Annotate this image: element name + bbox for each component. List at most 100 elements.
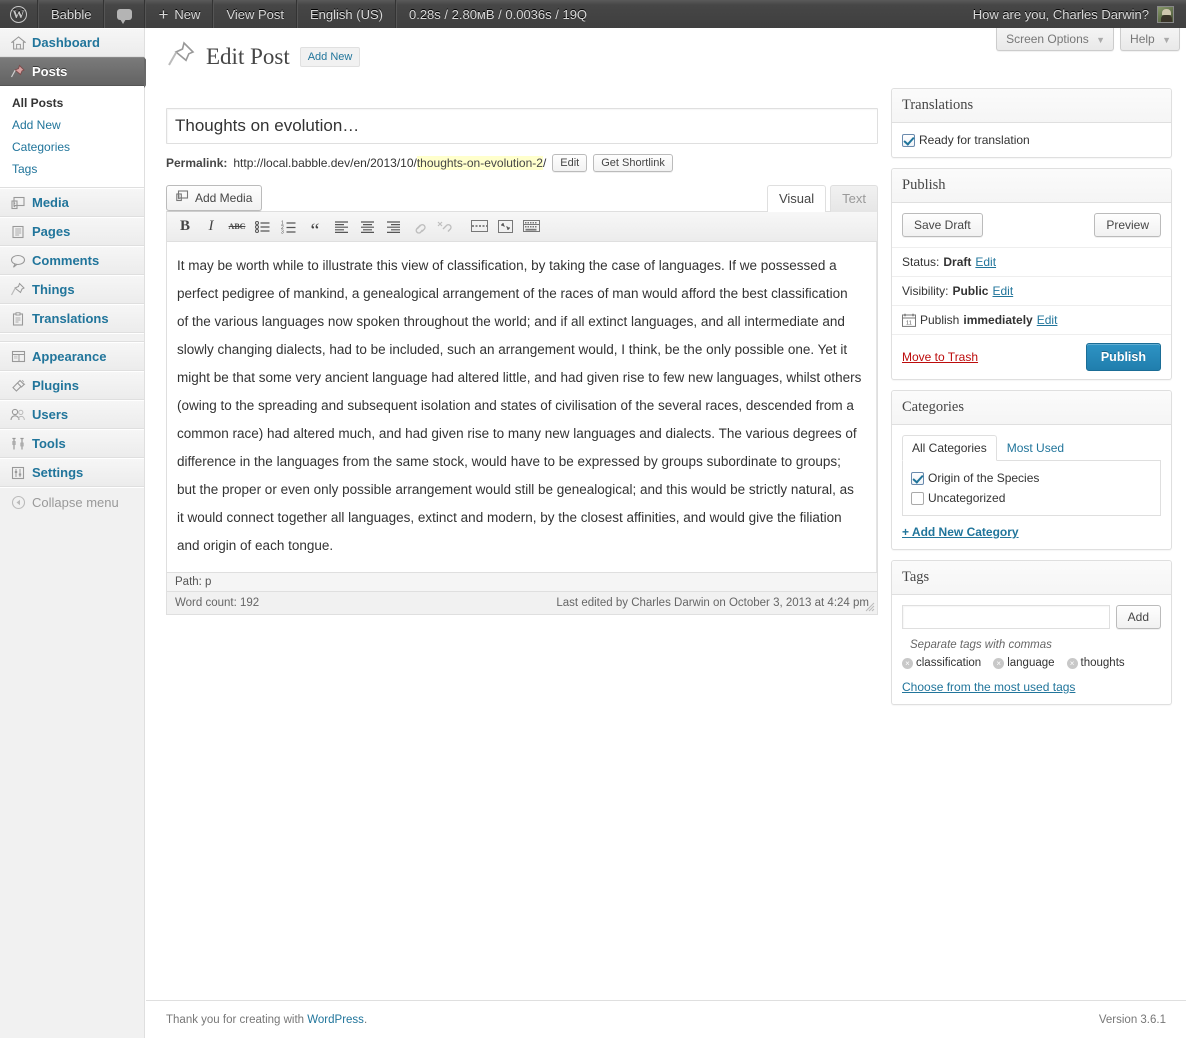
remove-tag-icon[interactable]: ×: [902, 657, 913, 669]
adminbar-my-account[interactable]: How are you, Charles Darwin?: [961, 0, 1186, 28]
remove-tag-icon[interactable]: ×: [993, 657, 1005, 669]
media-images-icon: [8, 196, 28, 210]
add-new-post-button[interactable]: Add New: [299, 47, 361, 67]
move-to-trash-link[interactable]: Move to Trash: [902, 350, 978, 364]
tab-all-categories[interactable]: All Categories: [902, 435, 997, 461]
adminbar-comments[interactable]: [104, 0, 146, 28]
edit-visibility-link[interactable]: Edit: [992, 284, 1013, 298]
edit-status-link[interactable]: Edit: [975, 255, 996, 269]
insert-link-icon[interactable]: [407, 216, 431, 238]
collapse-arrow-icon: [8, 495, 28, 510]
sidebar-item-posts[interactable]: Posts: [0, 57, 156, 88]
add-media-button[interactable]: Add Media: [166, 185, 263, 211]
sidebar-item-label: Comments: [32, 253, 100, 268]
sidebar-item-all-posts[interactable]: All Posts: [0, 92, 144, 114]
pushpin-icon: [166, 40, 196, 74]
category-checkbox[interactable]: [911, 491, 924, 505]
blockquote-icon[interactable]: “: [303, 216, 327, 241]
adminbar-language-switcher[interactable]: English (US): [297, 0, 396, 28]
sidebar-item-things[interactable]: Things: [0, 275, 144, 304]
sidebar-item-plugins[interactable]: Plugins: [0, 371, 144, 400]
publish-box: Publish Save Draft Preview Status: Draft…: [891, 168, 1172, 380]
permalink-value[interactable]: http://local.babble.dev/en/2013/10/thoug…: [233, 156, 546, 170]
schedule-prefix: Publish: [920, 313, 960, 327]
tools-icon: [8, 437, 28, 451]
sidebar-item-users[interactable]: Users: [0, 400, 144, 429]
sidebar-item-add-new-post[interactable]: Add New: [0, 114, 144, 136]
chevron-down-icon: ▼: [1162, 35, 1171, 45]
visibility-row: Visibility: Public Edit: [892, 276, 1171, 305]
editor-content-area[interactable]: It may be worth while to illustrate this…: [167, 242, 877, 572]
plug-icon: [8, 379, 28, 393]
italic-icon[interactable]: I: [199, 216, 223, 238]
sidebar-item-tags[interactable]: Tags: [0, 158, 144, 180]
align-center-icon[interactable]: [355, 216, 379, 238]
tag-input[interactable]: [902, 605, 1110, 629]
preview-button[interactable]: Preview: [1094, 213, 1161, 237]
choose-most-used-tags-link[interactable]: Choose from the most used tags: [902, 680, 1161, 694]
wordpress-link[interactable]: WordPress: [307, 1014, 364, 1026]
category-item[interactable]: Uncategorized: [911, 488, 1152, 508]
bold-icon[interactable]: B: [173, 216, 197, 238]
help-label: Help: [1130, 32, 1155, 46]
pushpin-icon: [8, 282, 28, 297]
page-title: Edit Post Add New: [166, 40, 361, 74]
adminbar-view-post[interactable]: View Post: [213, 0, 298, 28]
admin-footer: Thank you for creating with WordPress. V…: [146, 1000, 1186, 1038]
adminbar-wordpress-logo[interactable]: W: [0, 0, 38, 28]
sidebar-item-media[interactable]: Media: [0, 188, 144, 217]
tab-text[interactable]: Text: [830, 185, 878, 212]
ready-for-translation-checkbox[interactable]: [902, 133, 915, 147]
editor-resize-handle[interactable]: [865, 602, 875, 612]
translations-box: Translations Ready for translation: [891, 88, 1172, 158]
post-title-input[interactable]: Thoughts on evolution…: [166, 108, 878, 144]
category-item[interactable]: Origin of the Species: [911, 468, 1152, 488]
kitchen-sink-icon[interactable]: [519, 216, 543, 238]
sidebar-item-tools[interactable]: Tools: [0, 429, 144, 458]
admin-bar: W Babble + New View Post English (US) 0.…: [0, 0, 1186, 28]
plus-icon: +: [158, 4, 169, 24]
publish-button[interactable]: Publish: [1085, 343, 1161, 371]
sidebar-item-settings[interactable]: Settings: [0, 458, 144, 487]
get-shortlink-button[interactable]: Get Shortlink: [593, 154, 673, 172]
edit-permalink-button[interactable]: Edit: [552, 154, 588, 172]
category-checkbox[interactable]: [911, 471, 924, 485]
appearance-layout-icon: [8, 350, 28, 363]
align-left-icon[interactable]: [329, 216, 353, 238]
sidebar-item-label: Posts: [32, 64, 68, 79]
last-edited-label: Last edited by Charles Darwin on October…: [556, 597, 869, 609]
sidebar-item-dashboard[interactable]: Dashboard: [0, 28, 144, 57]
remove-link-icon[interactable]: [433, 216, 457, 238]
save-draft-button[interactable]: Save Draft: [902, 213, 983, 237]
align-right-icon[interactable]: [381, 216, 405, 238]
tab-most-used-categories[interactable]: Most Used: [997, 435, 1074, 461]
sidebar-item-translations[interactable]: Translations: [0, 304, 144, 333]
categories-box: Categories All Categories Most Used Orig…: [891, 390, 1172, 550]
help-button[interactable]: Help ▼: [1120, 28, 1180, 51]
sidebar-item-categories[interactable]: Categories: [0, 136, 144, 158]
sidebar-item-comments[interactable]: Comments: [0, 246, 144, 275]
strikethrough-icon[interactable]: ABC: [225, 216, 249, 238]
remove-tag-icon[interactable]: ×: [1066, 657, 1078, 669]
insert-more-tag-icon[interactable]: [467, 216, 491, 238]
adminbar-site-name[interactable]: Babble: [38, 0, 105, 28]
category-label: Origin of the Species: [928, 471, 1040, 485]
settings-sliders-icon: [8, 466, 28, 480]
tag-input-row: Add: [902, 605, 1161, 629]
edit-schedule-link[interactable]: Edit: [1037, 313, 1058, 327]
sidebar-collapse-menu[interactable]: Collapse menu: [0, 487, 144, 516]
post-meta-column: Translations Ready for translation Publi…: [891, 88, 1172, 715]
adminbar-new-content[interactable]: + New: [145, 0, 214, 28]
ordered-list-icon[interactable]: 123: [277, 216, 301, 238]
tab-visual[interactable]: Visual: [766, 185, 827, 212]
ready-for-translation-row[interactable]: Ready for translation: [902, 133, 1161, 147]
screen-options-button[interactable]: Screen Options ▼: [996, 28, 1115, 51]
status-prefix: Status:: [902, 255, 940, 269]
add-media-label: Add Media: [195, 191, 253, 205]
add-new-category-link[interactable]: + Add New Category: [902, 525, 1161, 539]
add-tag-button[interactable]: Add: [1115, 605, 1161, 629]
sidebar-item-appearance[interactable]: Appearance: [0, 342, 144, 371]
sidebar-item-pages[interactable]: Pages: [0, 217, 144, 246]
fullscreen-icon[interactable]: [493, 216, 517, 238]
unordered-list-icon[interactable]: [251, 216, 275, 238]
